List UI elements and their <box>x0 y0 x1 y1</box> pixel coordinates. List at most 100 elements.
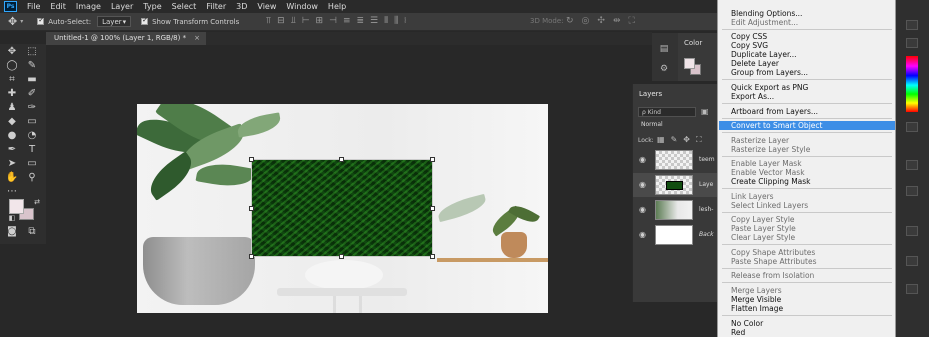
panel-tab-icon[interactable] <box>906 284 918 294</box>
distribute-center-icon[interactable]: ⫼ <box>394 16 398 26</box>
move-tool-icon[interactable]: ✥ <box>8 15 17 28</box>
move-tool-icon[interactable]: ✥ <box>4 46 20 58</box>
close-tab-icon[interactable]: × <box>194 32 200 45</box>
menu-item-group-from-layers[interactable]: Group from Layers... <box>731 68 808 77</box>
transform-handle[interactable] <box>249 206 254 211</box>
align-right-icon[interactable]: ⊣ <box>329 16 337 26</box>
menu-help[interactable]: Help <box>328 2 346 11</box>
zoom-tool-icon[interactable]: ⚲ <box>24 172 40 184</box>
menu-type[interactable]: Type <box>143 2 161 11</box>
distribute-middle-icon[interactable]: ≣ <box>356 16 364 26</box>
menu-item-convert-to-smart-object[interactable]: Convert to Smart Object <box>731 121 822 130</box>
3d-orbit-icon[interactable]: ↻ <box>566 16 574 26</box>
document-tab[interactable]: Untitled-1 @ 100% (Layer 1, RGB/8) * × <box>46 32 206 45</box>
panel-tab-icon[interactable] <box>906 38 918 48</box>
menu-item-red[interactable]: Red <box>731 328 745 337</box>
transform-handle[interactable] <box>430 206 435 211</box>
3d-scale-icon[interactable]: ⛶ <box>629 16 635 26</box>
healing-brush-icon[interactable]: ✚ <box>4 88 20 100</box>
fern-layer-image[interactable] <box>251 159 433 257</box>
3d-roll-icon[interactable]: ◎ <box>582 16 590 26</box>
panel-foreground-swatch[interactable] <box>684 58 695 69</box>
transform-handle[interactable] <box>339 254 344 259</box>
distribute-right-icon[interactable]: ⧘ <box>404 16 406 26</box>
menu-filter[interactable]: Filter <box>206 2 226 11</box>
menu-item-blending-options[interactable]: Blending Options... <box>731 9 802 18</box>
more-tools-icon[interactable]: ⋯ <box>4 186 20 198</box>
align-center-icon[interactable]: ⊞ <box>316 16 324 26</box>
tool-preset-chevron-icon[interactable]: ▾ <box>20 18 23 25</box>
visibility-eye-icon[interactable]: ◉ <box>639 205 646 214</box>
show-transform-checkbox[interactable]: Show Transform Controls <box>141 16 239 26</box>
quick-mask-icon[interactable]: ◙ <box>4 226 20 238</box>
lock-position-icon[interactable]: ✥ <box>683 135 690 145</box>
align-middle-icon[interactable]: ⊟ <box>277 16 285 26</box>
panel-tab-icon[interactable] <box>906 20 918 30</box>
layer-filter-kind[interactable]: ρ Kind <box>638 107 696 117</box>
lock-pixels-icon[interactable]: ✎ <box>671 135 678 145</box>
blur-tool-icon[interactable]: ● <box>4 130 20 142</box>
history-brush-icon[interactable]: ✑ <box>24 102 40 114</box>
auto-select-checkbox[interactable]: Auto-Select: <box>37 16 91 26</box>
properties-panel-icon[interactable]: ⚙ <box>656 64 672 76</box>
panel-tab-icon[interactable] <box>906 160 918 170</box>
visibility-eye-icon[interactable]: ◉ <box>639 230 646 239</box>
blend-mode-dropdown[interactable]: Normal <box>641 121 701 128</box>
transform-handle[interactable] <box>249 157 254 162</box>
visibility-eye-icon[interactable]: ◉ <box>639 155 646 164</box>
menu-edit[interactable]: Edit <box>50 2 66 11</box>
menu-item-create-clipping-mask[interactable]: Create Clipping Mask <box>731 177 811 186</box>
gradient-tool-icon[interactable]: ▭ <box>24 116 40 128</box>
menu-item-merge-visible[interactable]: Merge Visible <box>731 295 781 304</box>
rectangle-tool-icon[interactable]: ▭ <box>24 158 40 170</box>
transform-handle[interactable] <box>430 157 435 162</box>
lock-transparency-icon[interactable]: ▦ <box>657 135 665 145</box>
panel-tab-icon[interactable] <box>906 122 918 132</box>
menu-layer[interactable]: Layer <box>111 2 133 11</box>
layer-row[interactable]: ◉ Back <box>633 223 719 247</box>
menu-item-export-as[interactable]: Export As... <box>731 92 774 101</box>
menu-3d[interactable]: 3D <box>236 2 247 11</box>
menu-item-copy-css[interactable]: Copy CSS <box>731 32 767 41</box>
3d-slide-icon[interactable]: ⇹ <box>613 16 621 26</box>
hand-tool-icon[interactable]: ✋ <box>4 172 20 184</box>
distribute-top-icon[interactable]: ≡ <box>343 16 351 26</box>
crop-tool-icon[interactable]: ⌗ <box>4 74 20 86</box>
menu-item-artboard-from-layers[interactable]: Artboard from Layers... <box>731 107 818 116</box>
quick-selection-tool-icon[interactable]: ✎ <box>24 60 40 72</box>
panel-tab-icon[interactable] <box>906 226 918 236</box>
distribute-left-icon[interactable]: ⦀ <box>384 16 388 26</box>
eraser-tool-icon[interactable]: ◆ <box>4 116 20 128</box>
marquee-tool-icon[interactable]: ⬚ <box>24 46 40 58</box>
path-selection-icon[interactable]: ➤ <box>4 158 20 170</box>
layer-row[interactable]: ◉ teem <box>633 148 719 172</box>
frame-tool-icon[interactable]: ▬ <box>24 74 40 86</box>
auto-select-dropdown[interactable]: Layer ▾ <box>97 16 132 27</box>
menu-item-quick-export-png[interactable]: Quick Export as PNG <box>731 83 808 92</box>
align-top-icon[interactable]: ⫪ <box>266 16 271 26</box>
menu-item-flatten-image[interactable]: Flatten Image <box>731 304 783 313</box>
align-bottom-icon[interactable]: ⫫ <box>291 16 296 26</box>
menu-select[interactable]: Select <box>172 2 197 11</box>
menu-file[interactable]: File <box>27 2 40 11</box>
menu-item-duplicate-layer[interactable]: Duplicate Layer... <box>731 50 797 59</box>
pen-tool-icon[interactable]: ✒ <box>4 144 20 156</box>
transform-handle[interactable] <box>339 157 344 162</box>
transform-handle[interactable] <box>430 254 435 259</box>
menu-item-delete-layer[interactable]: Delete Layer <box>731 59 779 68</box>
transform-handle[interactable] <box>249 254 254 259</box>
align-left-icon[interactable]: ⊢ <box>302 16 310 26</box>
image-filter-icon[interactable]: ▣ <box>701 107 709 116</box>
visibility-eye-icon[interactable]: ◉ <box>639 180 646 189</box>
menu-item-copy-svg[interactable]: Copy SVG <box>731 41 768 50</box>
3d-pan-icon[interactable]: ✣ <box>597 16 605 26</box>
menu-view[interactable]: View <box>257 2 276 11</box>
layer-row[interactable]: ◉ lesh- <box>633 198 719 222</box>
dodge-tool-icon[interactable]: ◔ <box>24 130 40 142</box>
distribute-bottom-icon[interactable]: ☰ <box>370 16 378 26</box>
clone-stamp-icon[interactable]: ♟ <box>4 102 20 114</box>
swap-colors-icon[interactable]: ⇄ <box>29 196 45 208</box>
panel-tab-icon[interactable] <box>906 256 918 266</box>
panel-tab-icon[interactable] <box>906 186 918 196</box>
menu-window[interactable]: Window <box>286 2 318 11</box>
